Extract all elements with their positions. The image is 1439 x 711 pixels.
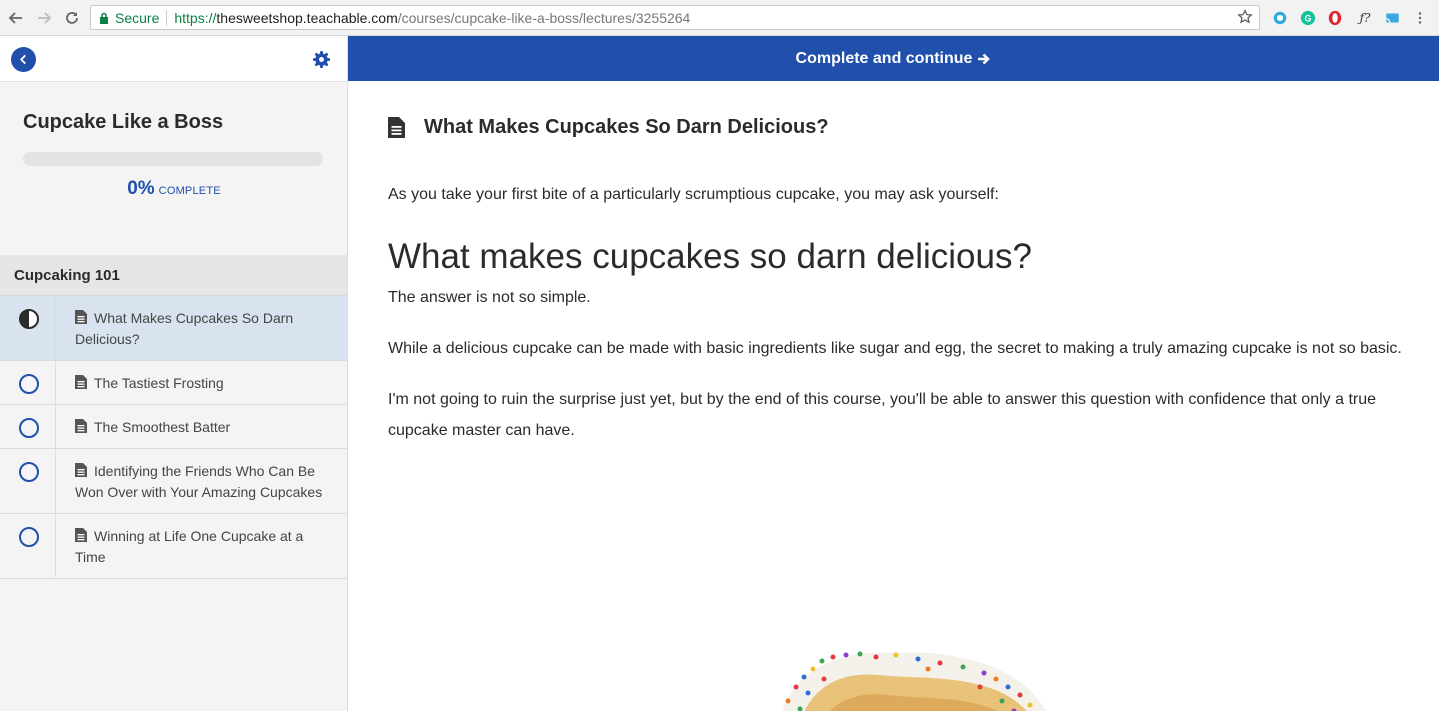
omnibox-divider [166,9,168,26]
half-circle-progress-icon [19,309,39,329]
empty-circle-icon [19,374,39,394]
url-host: thesweetshop.teachable.com [216,9,398,26]
progress-suffix: COMPLETE [158,185,221,197]
lecture-title: Identifying the Friends Who Can Be Won O… [56,449,347,513]
course-sidebar: Cupcake Like a Boss 0% COMPLETE Cupcaking… [0,36,348,711]
lecture-title: Winning at Life One Cupcake at a Time [56,514,347,578]
lecture-content: What Makes Cupcakes So Darn Delicious? A… [348,81,1439,711]
svg-text:G: G [1305,14,1312,24]
document-icon [388,117,405,138]
fx-icon[interactable]: ƒ? [1354,9,1376,27]
lecture-heading: What Makes Cupcakes So Darn Delicious? [388,116,829,139]
document-icon [75,463,87,477]
address-bar[interactable]: Secure https://thesweetshop.teachable.co… [90,5,1260,30]
secure-label: Secure [115,9,160,26]
lecture-title-text: The Tastiest Frosting [94,375,224,391]
empty-circle-icon [19,527,39,547]
section-title: Cupcaking 101 [0,255,347,296]
menu-icon[interactable] [1411,9,1429,27]
lecture-title-text: The Smoothest Batter [94,419,231,435]
empty-circle-icon [19,418,39,438]
lecture-status-cell [0,405,56,448]
lecture-list: What Makes Cupcakes So Darn Delicious? T… [0,296,347,579]
lecture-title-text: Identifying the Friends Who Can Be Won O… [75,463,323,500]
forward-arrow-icon[interactable] [34,8,54,28]
lecture-title-text: Winning at Life One Cupcake at a Time [75,528,304,565]
lecture-heading-text: What Makes Cupcakes So Darn Delicious? [424,116,829,138]
lecture-status-cell [0,514,56,577]
empty-circle-icon [19,462,39,482]
complete-and-continue-button[interactable]: Complete and continue [796,50,992,68]
back-arrow-icon[interactable] [6,8,26,28]
arrow-right-icon [978,53,991,64]
lecture-title: What Makes Cupcakes So Darn Delicious? [56,296,347,360]
paragraph: The answer is not so simple. [388,289,591,306]
course-progress-bar [23,152,323,166]
url-scheme: https:// [174,9,217,26]
lecture-top-bar: Complete and continue [348,36,1439,81]
lecture-status-cell [0,296,56,359]
lecture-title: The Tastiest Frosting [56,361,347,404]
sidebar-top-bar [0,36,347,82]
lecture-title: The Smoothest Batter [56,405,347,448]
lecture-item[interactable]: Winning at Life One Cupcake at a Time [0,514,347,579]
lock-icon [100,12,108,24]
lecture-item[interactable]: What Makes Cupcakes So Darn Delicious? [0,296,347,361]
paragraph: I'm not going to ruin the surprise just … [388,391,1377,439]
lecture-item[interactable]: Identifying the Friends Who Can Be Won O… [0,449,347,514]
lecture-title-text: What Makes Cupcakes So Darn Delicious? [75,310,294,347]
circle-ext-icon[interactable] [1271,9,1289,27]
cupcake-image [782,651,1046,711]
complete-button-label: Complete and continue [795,49,973,67]
cast-icon[interactable] [1383,9,1401,27]
gear-icon[interactable] [312,50,331,69]
lecture-status-cell [0,361,56,404]
url-text[interactable]: https://thesweetshop.teachable.com/cours… [174,10,690,26]
document-icon [75,528,87,542]
lecture-body: As you take your first bite of a particu… [388,179,1408,446]
document-icon [75,419,87,433]
course-title: Cupcake Like a Boss [23,111,224,133]
bookmark-star-icon[interactable] [1237,9,1253,25]
document-icon [75,310,87,324]
back-to-course-button[interactable] [11,47,36,72]
paragraph: While a delicious cupcake can be made wi… [388,340,1402,357]
progress-percent: 0% [127,178,155,199]
opera-icon[interactable] [1326,9,1344,27]
content-headline: What makes cupcakes so darn delicious? [388,237,1032,276]
progress-label: 0% COMPLETE [0,178,348,200]
document-icon [75,375,87,389]
url-path: /courses/cupcake-like-a-boss/lectures/32… [397,9,691,26]
intro-paragraph: As you take your first bite of a particu… [388,186,999,203]
lecture-status-cell [0,449,56,513]
grammarly-icon[interactable]: G [1299,9,1317,27]
lecture-item[interactable]: The Smoothest Batter [0,405,347,449]
lecture-item[interactable]: The Tastiest Frosting [0,361,347,405]
chevron-left-icon [19,54,26,65]
reload-icon[interactable] [62,8,82,28]
browser-toolbar: Secure https://thesweetshop.teachable.co… [0,0,1439,36]
